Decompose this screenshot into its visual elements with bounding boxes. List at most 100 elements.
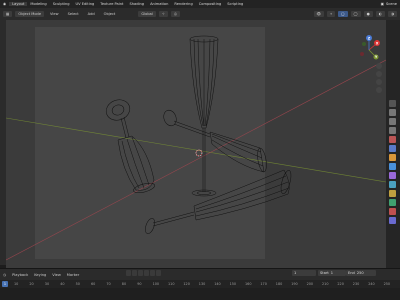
xray-toggle-icon[interactable]: ▢: [338, 11, 348, 17]
3d-viewport[interactable]: X Z Y: [6, 20, 386, 268]
jump-start-icon[interactable]: [126, 270, 131, 276]
modifier-properties-icon[interactable]: [389, 163, 396, 170]
proportional-edit-icon[interactable]: ◎: [170, 11, 180, 17]
ruler-tick-label: 10: [14, 282, 19, 286]
ruler-tick-label: 170: [260, 282, 267, 286]
marker-menu[interactable]: Marker: [64, 273, 82, 277]
rendered-shading-icon[interactable]: ◑: [387, 11, 397, 17]
ruler-tick-label: 140: [214, 282, 221, 286]
gizmo-neg-x[interactable]: [360, 52, 364, 56]
navigation-gizmo[interactable]: X Z Y: [360, 35, 380, 60]
play-icon[interactable]: [144, 270, 149, 276]
perspective-toggle-icon[interactable]: [376, 87, 382, 93]
ruler-tick-label: 100: [152, 282, 160, 286]
ruler-tick-label: 110: [168, 282, 175, 286]
workspace-tab-modeling[interactable]: Modeling: [27, 2, 49, 6]
scene-selector[interactable]: ▣ Scene: [378, 2, 400, 6]
prev-keyframe-icon[interactable]: [132, 270, 137, 276]
gizmo-x-label: X: [376, 41, 379, 45]
workspace-tab-sculpting[interactable]: Sculpting: [50, 2, 73, 6]
gizmo-y-label: Y: [374, 55, 378, 59]
material-shading-icon[interactable]: ◐: [375, 11, 385, 17]
start-frame-field[interactable]: Start 1: [318, 270, 346, 276]
view-layer-properties-icon[interactable]: [389, 127, 396, 134]
timeline-area[interactable]: [0, 288, 400, 300]
workspace-tab-scripting[interactable]: Scripting: [224, 2, 246, 6]
camera-view-icon[interactable]: [376, 79, 382, 85]
orientation-dropdown[interactable]: Global: [138, 11, 156, 17]
end-frame-field[interactable]: End 250: [346, 270, 376, 276]
workspace-tab-uv-editing[interactable]: UV Editing: [73, 2, 98, 6]
snap-icon[interactable]: ⊹: [158, 11, 168, 17]
scene-properties-icon[interactable]: [389, 136, 396, 143]
ruler-tick-label: 120: [183, 282, 190, 286]
ruler-tick-label: 250: [383, 282, 391, 286]
camera-frame: [35, 27, 265, 259]
workspace-tab-animation[interactable]: Animation: [147, 2, 171, 6]
keying-menu[interactable]: Keying: [31, 273, 49, 277]
start-frame-value: 1: [330, 271, 334, 275]
object-properties-icon[interactable]: [389, 154, 396, 161]
ruler-tick-label: 230: [352, 282, 360, 286]
ruler-tick-label: 150: [229, 282, 237, 286]
ruler-tick-label: 70: [106, 282, 111, 286]
workspace-tab-texture-paint[interactable]: Texture Paint: [97, 2, 126, 6]
render-properties-icon[interactable]: [389, 109, 396, 116]
workspace-tab-rendering[interactable]: Rendering: [171, 2, 195, 6]
object-mode-dropdown[interactable]: Object Mode: [15, 11, 45, 17]
gizmo-neg-y[interactable]: [362, 42, 366, 46]
workspace-tab-layout[interactable]: Layout: [9, 2, 28, 6]
end-frame-label: End: [348, 271, 355, 275]
zoom-icon[interactable]: [376, 63, 382, 69]
select-menu[interactable]: Select: [65, 11, 82, 17]
physics-properties-icon[interactable]: [389, 181, 396, 188]
viewport-canvas: X Z Y: [6, 27, 386, 261]
object-menu[interactable]: Object: [101, 11, 119, 17]
view-nav-buttons: [376, 63, 382, 93]
ruler-tick-label: 30: [44, 282, 50, 286]
view-menu[interactable]: View: [47, 11, 62, 17]
current-frame-value: 1: [294, 271, 297, 275]
ruler-tick-label: 160: [245, 282, 252, 286]
timeline-editor-icon[interactable]: ◷: [0, 273, 9, 277]
ruler-tick-label: 210: [322, 282, 329, 286]
constraints-properties-icon[interactable]: [389, 190, 396, 197]
add-menu[interactable]: Add: [85, 11, 98, 17]
ruler-tick-label: 130: [198, 282, 206, 286]
particles-properties-icon[interactable]: [389, 172, 396, 179]
next-keyframe-icon[interactable]: [150, 270, 155, 276]
ruler-tick-label: 180: [275, 282, 283, 286]
output-properties-icon[interactable]: [389, 118, 396, 125]
wireframe-shading-icon[interactable]: ◯: [350, 11, 361, 17]
pan-icon[interactable]: [376, 71, 382, 77]
ruler-tick-label: 200: [306, 282, 314, 286]
ruler-tick-label: 190: [291, 282, 298, 286]
ruler-tick-label: 240: [368, 282, 375, 286]
world-properties-icon[interactable]: [389, 145, 396, 152]
blender-logo-icon[interactable]: ◉: [0, 2, 9, 6]
scene-name: Scene: [386, 2, 397, 6]
playback-menu[interactable]: Playback: [9, 273, 31, 277]
solid-shading-icon[interactable]: ●: [363, 11, 373, 17]
editor-type-button[interactable]: ▦: [3, 11, 13, 17]
workspace-tab-compositing[interactable]: Compositing: [196, 2, 225, 6]
jump-end-icon[interactable]: [156, 270, 161, 276]
scene-icon: ▣: [380, 2, 385, 6]
start-frame-label: Start: [320, 271, 329, 275]
ruler-tick-label: 50: [75, 282, 80, 286]
playhead[interactable]: 1: [2, 281, 8, 287]
workspace-tab-shading[interactable]: Shading: [126, 2, 147, 6]
material-properties-icon[interactable]: [389, 208, 396, 215]
ruler-tick-label: 90: [137, 282, 142, 286]
gizmo-toggle-icon[interactable]: ⌖: [327, 11, 336, 17]
ruler-tick-label: 220: [337, 282, 344, 286]
tool-properties-icon[interactable]: [389, 100, 396, 107]
current-frame-field[interactable]: 1: [292, 270, 316, 276]
timeline-ruler[interactable]: 10 20 30 40 50 60 70 80 90 100 110 120 130 140 150 160 1…: [0, 280, 400, 288]
texture-properties-icon[interactable]: [389, 217, 396, 224]
data-properties-icon[interactable]: [389, 199, 396, 206]
visibility-icon[interactable]: 👁: [313, 11, 325, 17]
play-reverse-icon[interactable]: [138, 270, 143, 276]
timeline-view-menu[interactable]: View: [49, 273, 64, 277]
ruler-tick-label: 40: [60, 282, 65, 286]
